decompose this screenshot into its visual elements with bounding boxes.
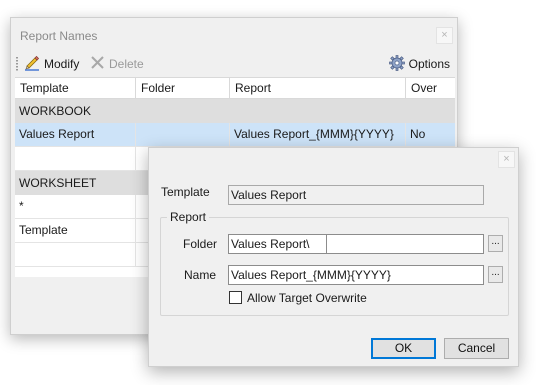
delete-label: Delete [109, 57, 144, 71]
name-label: Name [184, 268, 217, 282]
cell-report: Values Report_{MMM}{YYYY} [230, 123, 406, 147]
folder-field[interactable]: Values Report\ [228, 234, 327, 254]
cell-template: Template [15, 219, 136, 243]
options-button[interactable]: Options [388, 54, 450, 74]
cell-template [15, 243, 136, 267]
name-field[interactable]: Values Report_{MMM}{YYYY} [228, 265, 484, 285]
ok-button[interactable]: OK [371, 338, 436, 359]
window-close-button[interactable]: × [436, 27, 453, 44]
allow-overwrite-checkbox[interactable] [229, 291, 242, 304]
group-row-workbook[interactable]: WORKBOOK [15, 99, 455, 123]
dialog-close-button[interactable]: × [498, 151, 515, 168]
toolbar-grip[interactable] [16, 57, 18, 71]
modify-label: Modify [44, 57, 80, 71]
cancel-button[interactable]: Cancel [444, 338, 509, 359]
cell-folder [136, 123, 230, 147]
folder-browse-button[interactable]: ... [488, 235, 503, 252]
folder-label: Folder [183, 237, 218, 251]
template-field[interactable]: Values Report [228, 185, 484, 205]
allow-overwrite-label[interactable]: Allow Target Overwrite [247, 291, 367, 305]
column-header-template[interactable]: Template [15, 78, 136, 99]
cell-template: Values Report [15, 123, 136, 147]
window-title: Report Names [20, 29, 98, 43]
report-group-label: Report [167, 210, 210, 224]
toolbar: Modify Delete Options [11, 52, 457, 76]
cell-template: * [15, 195, 136, 219]
column-header-overwrite[interactable]: Over [406, 78, 455, 99]
table-row[interactable]: Values Report Values Report_{MMM}{YYYY} … [15, 123, 455, 147]
name-browse-button[interactable]: ... [488, 266, 503, 283]
delete-x-icon [90, 55, 105, 73]
folder-extra-field[interactable] [326, 234, 484, 254]
column-header-folder[interactable]: Folder [136, 78, 230, 99]
template-label: Template [161, 185, 210, 199]
pencil-icon [24, 55, 40, 74]
options-label: Options [408, 57, 450, 71]
delete-button[interactable]: Delete [90, 55, 144, 73]
report-edit-dialog: × Template Values Report Report Folder V… [148, 147, 519, 367]
gear-icon [388, 54, 405, 74]
cell-template [15, 147, 136, 171]
cell-overwrite: No [410, 127, 426, 141]
modify-button[interactable]: Modify [24, 55, 79, 73]
column-header-report[interactable]: Report [230, 78, 406, 99]
